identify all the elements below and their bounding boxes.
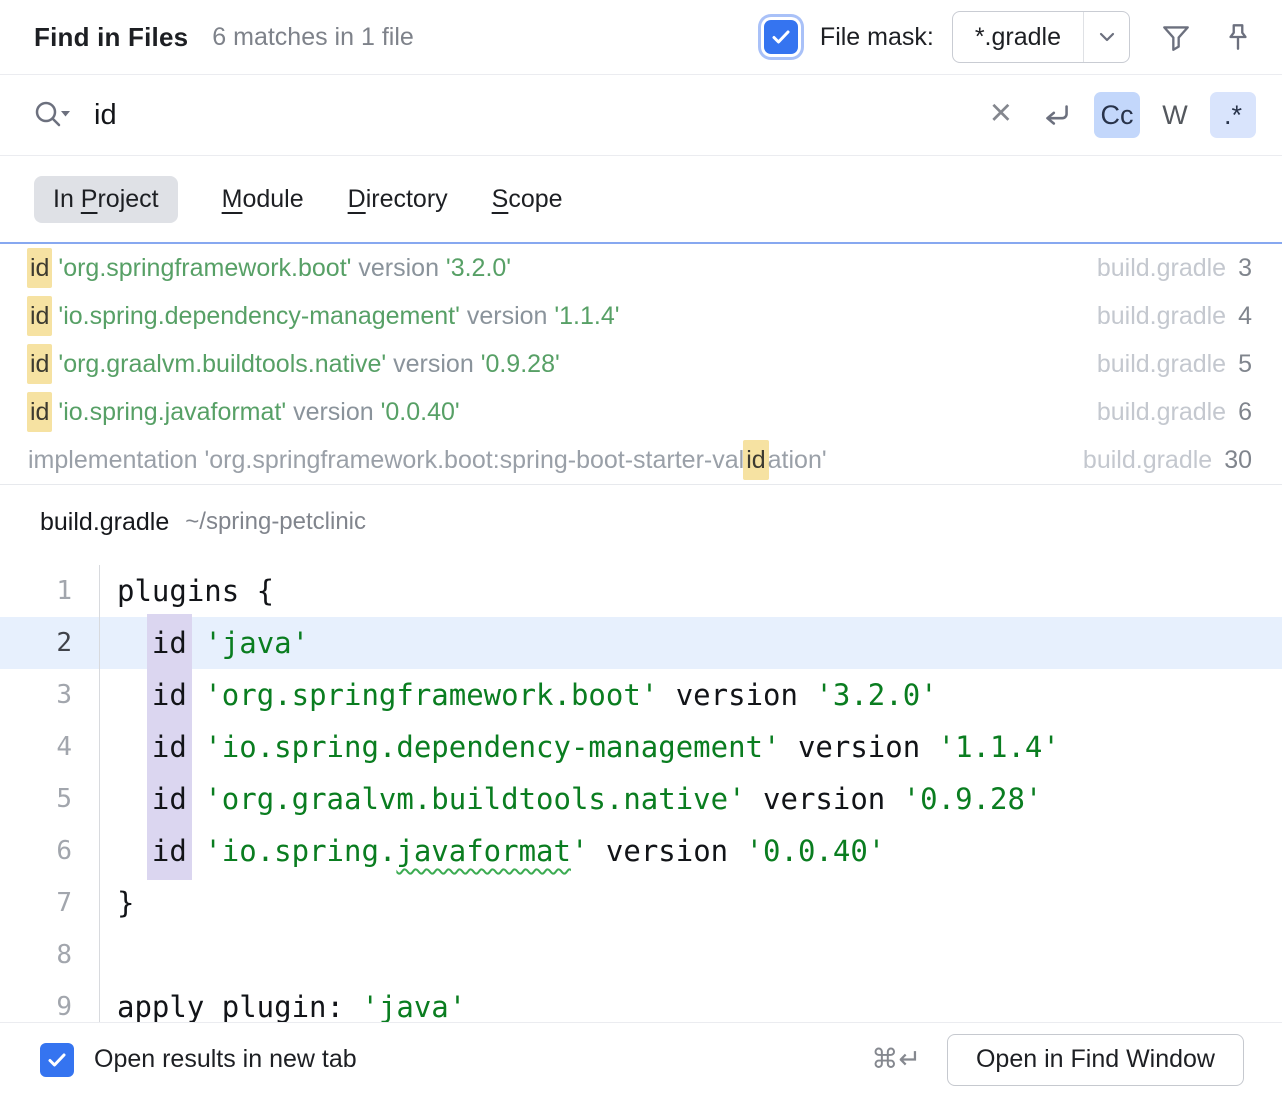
file-mask-combobox[interactable]: *.gradle [952, 11, 1130, 63]
line-number: 7 [0, 877, 100, 929]
result-preview: id 'org.graalvm.buildtools.native' versi… [28, 350, 560, 379]
code-line[interactable]: 1 plugins { [0, 565, 1282, 617]
preview-file-name: build.gradle [40, 508, 169, 537]
preview-file-header: build.gradle ~/spring-petclinic [0, 485, 1282, 559]
checkmark-icon [769, 25, 793, 49]
line-number: 3 [0, 669, 100, 721]
tab-mnemonic: S [492, 185, 509, 213]
line-number: 2 [0, 617, 100, 669]
result-file-name: build.gradle [1097, 254, 1226, 282]
line-number: 4 [0, 721, 100, 773]
result-line-number: 3 [1238, 254, 1252, 282]
newline-icon[interactable] [1032, 98, 1082, 132]
code-text [100, 929, 117, 981]
result-file-name: build.gradle [1097, 398, 1226, 426]
result-preview: id 'org.springframework.boot' version '3… [28, 254, 511, 283]
result-row[interactable]: id 'org.graalvm.buildtools.native' versi… [0, 340, 1282, 388]
tab-mnemonic: M [222, 185, 243, 213]
result-line-number: 6 [1238, 398, 1252, 426]
titlebar: Find in Files 6 matches in 1 file File m… [0, 0, 1282, 75]
result-row[interactable]: id 'org.springframework.boot' version '3… [0, 244, 1282, 292]
result-line-number: 5 [1238, 350, 1252, 378]
tab-text: roject [97, 185, 158, 213]
code-preview[interactable]: 1 plugins { 2 id 'java' 3 id 'org.spring… [0, 559, 1282, 1022]
code-line[interactable]: 5 id 'org.graalvm.buildtools.native' ver… [0, 773, 1282, 825]
result-file-name: build.gradle [1097, 302, 1226, 330]
tab-text: In [53, 185, 81, 213]
code-line[interactable]: 2 id 'java' [0, 617, 1282, 669]
open-results-new-tab-label[interactable]: Open results in new tab [94, 1045, 357, 1074]
filter-icon[interactable] [1160, 21, 1192, 53]
dialog-title: Find in Files [34, 22, 188, 53]
open-in-find-window-button[interactable]: Open in Find Window [947, 1034, 1244, 1086]
code-line[interactable]: 7 } [0, 877, 1282, 929]
tab-directory[interactable]: Directory [348, 185, 448, 214]
code-line[interactable]: 3 id 'org.springframework.boot' version … [0, 669, 1282, 721]
regex-toggle[interactable]: .* [1210, 92, 1256, 138]
file-mask-group: File mask: *.gradle [764, 11, 1254, 63]
result-location: build.gradle 6 [1097, 398, 1252, 427]
match-case-toggle[interactable]: Cc [1094, 92, 1140, 138]
code-text: plugins { [100, 565, 274, 617]
code-line[interactable]: 8 [0, 929, 1282, 981]
line-number: 6 [0, 825, 100, 877]
match-summary: 6 matches in 1 file [212, 23, 414, 52]
tab-text: odule [242, 185, 303, 213]
line-number: 8 [0, 929, 100, 981]
checkmark-icon [45, 1048, 69, 1072]
result-preview: implementation 'org.springframework.boot… [28, 446, 827, 475]
footer: Open results in new tab ⌘↵ Open in Find … [0, 1022, 1282, 1096]
code-line[interactable]: 6 id 'io.spring.javaformat' version '0.0… [0, 825, 1282, 877]
find-in-files-dialog: Find in Files 6 matches in 1 file File m… [0, 0, 1282, 1096]
line-number: 1 [0, 565, 100, 617]
file-mask-checkbox[interactable] [764, 20, 798, 54]
results-list: id 'org.springframework.boot' version '3… [0, 242, 1282, 485]
pin-icon[interactable] [1222, 21, 1254, 53]
result-file-name: build.gradle [1083, 446, 1212, 474]
code-text: apply plugin: 'java' [100, 981, 466, 1022]
preview-file-path: ~/spring-petclinic [185, 508, 366, 536]
result-row[interactable]: id 'io.spring.javaformat' version '0.0.4… [0, 388, 1282, 436]
result-file-name: build.gradle [1097, 350, 1226, 378]
result-row[interactable]: id 'io.spring.dependency-management' ver… [0, 292, 1282, 340]
tab-text: irectory [366, 185, 448, 213]
search-icon[interactable] [30, 95, 74, 135]
code-text: id 'io.spring.dependency-management' ver… [100, 721, 1060, 773]
search-input[interactable]: id [94, 99, 990, 132]
tab-text: cope [508, 185, 562, 213]
tab-mnemonic: P [81, 185, 98, 213]
result-preview: id 'io.spring.dependency-management' ver… [28, 302, 620, 331]
result-location: build.gradle 3 [1097, 254, 1252, 283]
code-line[interactable]: 4 id 'io.spring.dependency-management' v… [0, 721, 1282, 773]
result-row[interactable]: implementation 'org.springframework.boot… [0, 436, 1282, 484]
result-location: build.gradle 30 [1083, 446, 1252, 475]
code-text: } [100, 877, 134, 929]
scope-tabs: In Project Module Directory Scope [0, 156, 1282, 242]
line-number: 5 [0, 773, 100, 825]
open-results-new-tab-checkbox[interactable] [40, 1043, 74, 1077]
result-line-number: 30 [1224, 446, 1252, 474]
result-preview: id 'io.spring.javaformat' version '0.0.4… [28, 398, 460, 427]
result-line-number: 4 [1238, 302, 1252, 330]
whole-words-toggle[interactable]: W [1152, 92, 1198, 138]
code-text: id 'org.springframework.boot' version '3… [100, 669, 938, 721]
file-mask-label: File mask: [820, 23, 934, 52]
code-text: id 'java' [100, 617, 309, 669]
chevron-down-icon[interactable] [1083, 12, 1129, 62]
tab-in-project[interactable]: In Project [34, 176, 178, 223]
keyboard-shortcut-hint: ⌘↵ [871, 1044, 921, 1075]
search-bar: id × Cc W .* [0, 75, 1282, 156]
code-text: id 'io.spring.javaformat' version '0.0.4… [100, 825, 885, 877]
tab-module[interactable]: Module [222, 185, 304, 214]
tab-mnemonic: D [348, 185, 366, 213]
code-text: id 'org.graalvm.buildtools.native' versi… [100, 773, 1042, 825]
result-location: build.gradle 5 [1097, 350, 1252, 379]
line-number: 9 [0, 981, 100, 1022]
search-actions: × Cc W .* [990, 92, 1256, 138]
file-mask-value: *.gradle [953, 12, 1083, 62]
result-location: build.gradle 4 [1097, 302, 1252, 331]
clear-icon[interactable]: × [990, 94, 1020, 136]
tab-scope[interactable]: Scope [492, 185, 563, 214]
code-line[interactable]: 9 apply plugin: 'java' [0, 981, 1282, 1022]
